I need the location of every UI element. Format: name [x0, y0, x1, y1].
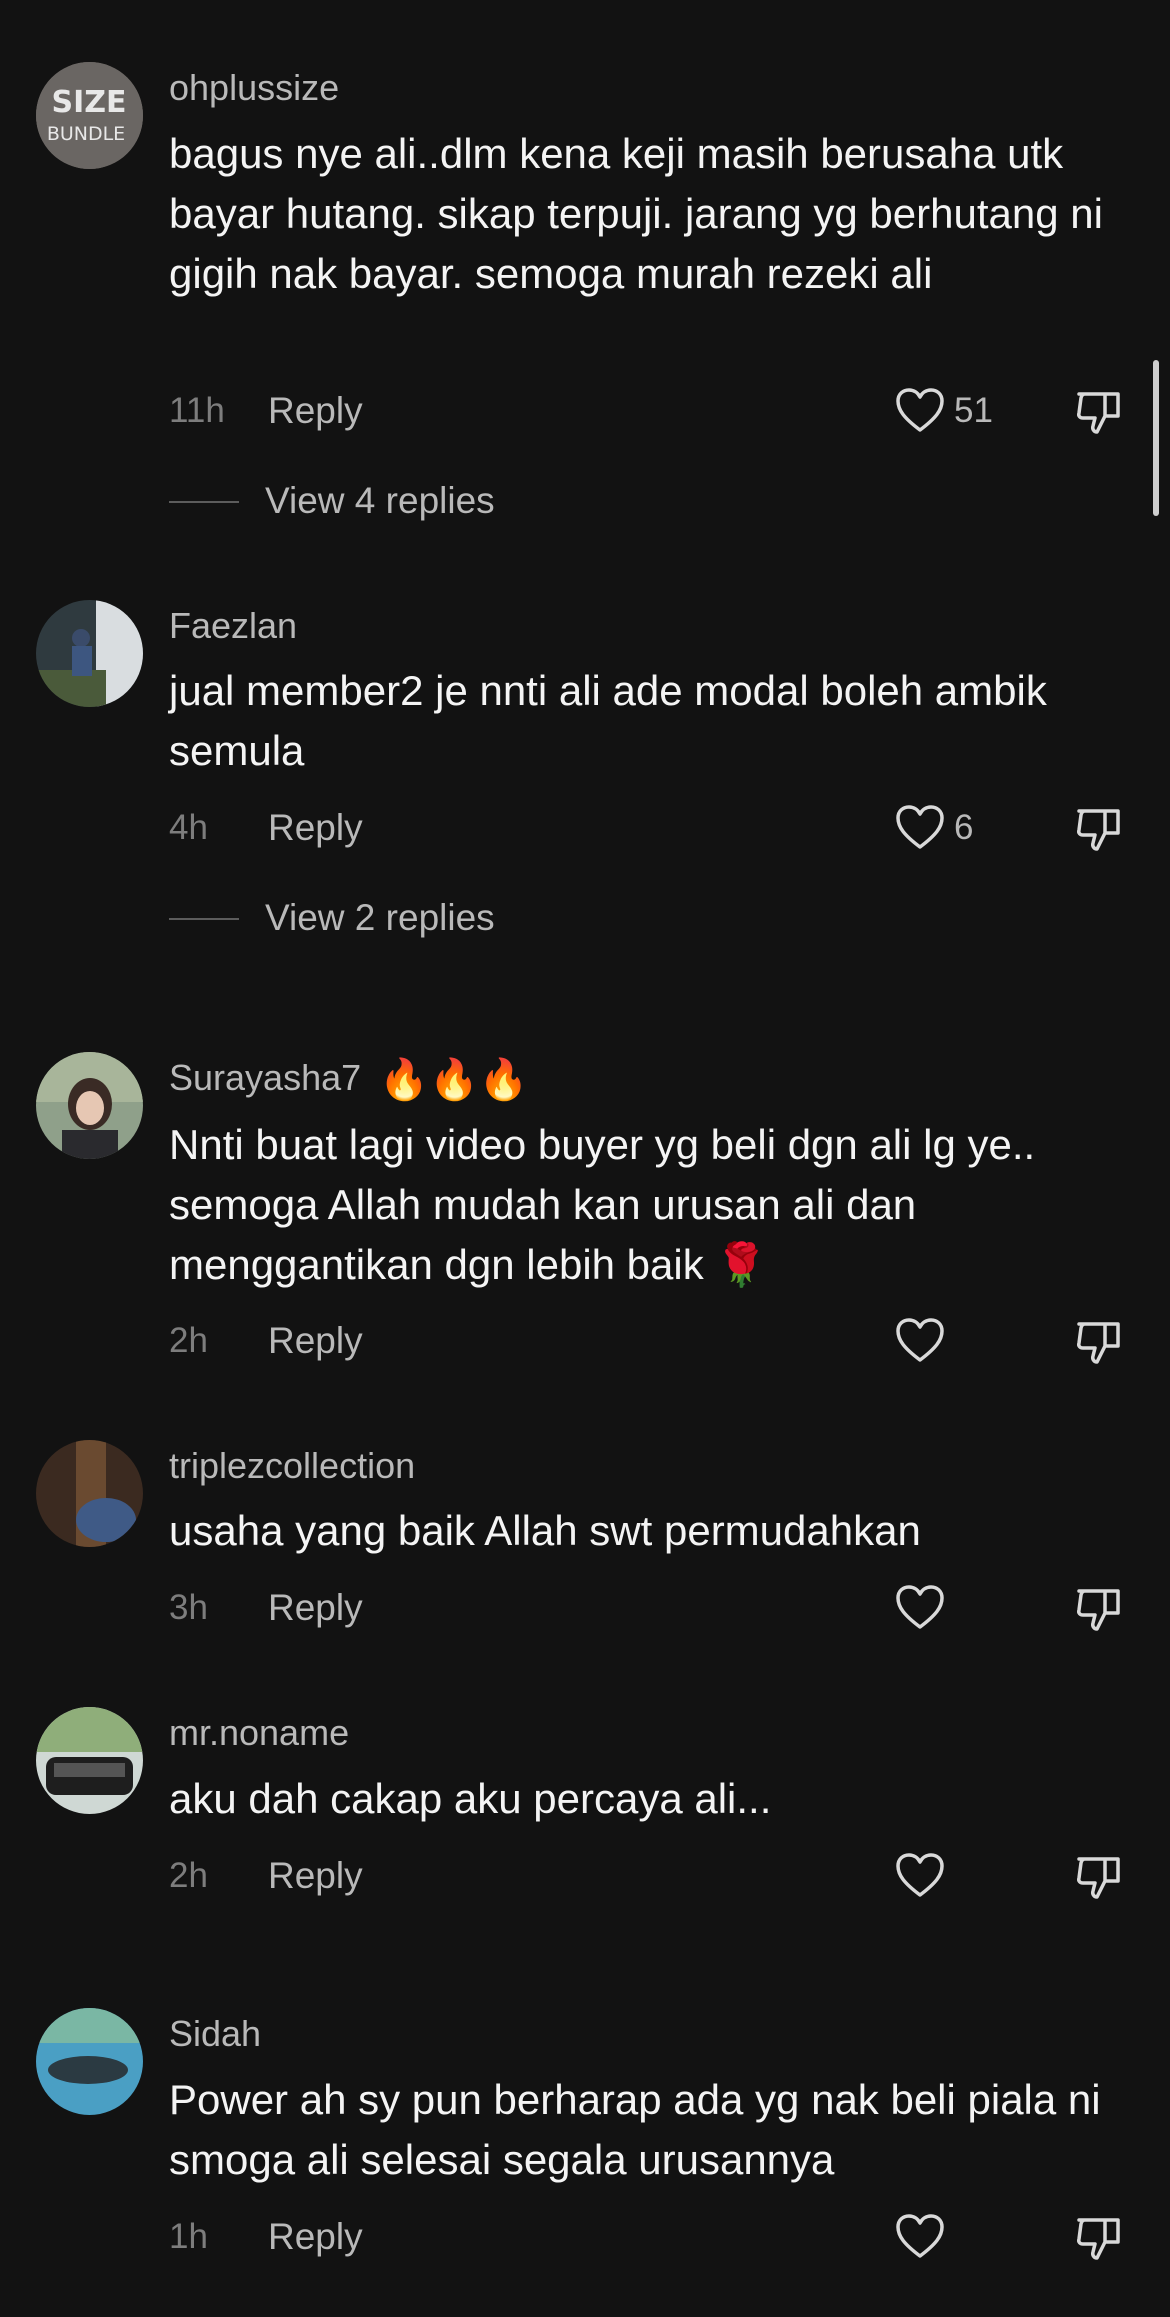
thumbs-down-icon[interactable] [1075, 388, 1123, 436]
comment-text: jual member2 je nnti ali ade modal boleh… [169, 667, 1047, 774]
avatar[interactable] [36, 1440, 143, 1547]
timestamp: 2h [169, 1856, 208, 1895]
reply-button[interactable]: Reply [268, 1583, 363, 1633]
username[interactable]: Surayasha7 🔥🔥🔥 [169, 1057, 529, 1103]
thumbs-down-icon[interactable] [1075, 1318, 1123, 1366]
heart-icon[interactable] [896, 1318, 944, 1364]
divider [169, 501, 239, 503]
comment-actions: 1h Reply [169, 2212, 1129, 2262]
like-count: 51 [954, 391, 993, 430]
heart-icon[interactable] [896, 2214, 944, 2260]
timestamp: 3h [169, 1588, 208, 1627]
reply-button[interactable]: Reply [268, 1316, 363, 1366]
comment-text: Nnti buat lagi video buyer yg beli dgn a… [169, 1121, 1036, 1288]
reply-button[interactable]: Reply [268, 1851, 363, 1901]
timestamp: 4h [169, 808, 208, 847]
comment-actions: 3h Reply [169, 1583, 1129, 1633]
heart-icon[interactable] [896, 805, 944, 851]
avatar[interactable] [36, 2008, 143, 2115]
timestamp: 2h [169, 1321, 208, 1360]
fire-emoji-icon: 🔥🔥🔥 [379, 1058, 529, 1103]
comment-text: bagus nye ali..dlm kena keji masih berus… [169, 130, 1103, 297]
comment-text: usaha yang baik Allah swt permudahkan [169, 1507, 921, 1554]
avatar-logo-text: SIZE [51, 85, 126, 120]
avatar[interactable] [36, 1707, 143, 1814]
username[interactable]: ohplussize [169, 68, 339, 108]
comment-text: Power ah sy pun berharap ada yg nak beli… [169, 2076, 1101, 2183]
heart-icon[interactable] [896, 1853, 944, 1899]
username-text[interactable]: Surayasha7 [169, 1057, 361, 1098]
reply-button[interactable]: Reply [268, 2212, 363, 2262]
view-replies-label[interactable]: View 2 replies [265, 893, 495, 943]
divider [169, 918, 239, 920]
comment-actions: 11h Reply 51 [169, 386, 1129, 436]
comment-text: aku dah cakap aku percaya ali... [169, 1775, 772, 1822]
thumbs-down-icon[interactable] [1075, 1853, 1123, 1901]
thumbs-down-icon[interactable] [1075, 805, 1123, 853]
avatar[interactable]: SIZE BUNDLE [36, 62, 143, 169]
comment-actions: 2h Reply [169, 1851, 1129, 1901]
thumbs-down-icon[interactable] [1075, 1585, 1123, 1633]
avatar[interactable] [36, 600, 143, 707]
like-count: 6 [954, 808, 974, 847]
view-replies-button[interactable]: View 2 replies [169, 893, 669, 943]
timestamp: 1h [169, 2217, 208, 2256]
username[interactable]: Faezlan [169, 606, 297, 646]
heart-icon[interactable] [896, 388, 944, 434]
view-replies-label[interactable]: View 4 replies [265, 476, 495, 526]
view-replies-button[interactable]: View 4 replies [169, 476, 669, 526]
username[interactable]: triplezcollection [169, 1446, 415, 1486]
reply-button[interactable]: Reply [268, 803, 363, 853]
scrollbar[interactable] [1153, 360, 1159, 516]
svg-text:BUNDLE: BUNDLE [47, 123, 125, 145]
thumbs-down-icon[interactable] [1075, 2214, 1123, 2262]
avatar[interactable] [36, 1052, 143, 1159]
username[interactable]: Sidah [169, 2014, 261, 2054]
timestamp: 11h [169, 391, 225, 430]
comment-actions: 2h Reply [169, 1316, 1129, 1366]
heart-icon[interactable] [896, 1585, 944, 1631]
comment-actions: 4h Reply 6 [169, 803, 1129, 853]
reply-button[interactable]: Reply [268, 386, 363, 436]
username[interactable]: mr.noname [169, 1713, 349, 1753]
